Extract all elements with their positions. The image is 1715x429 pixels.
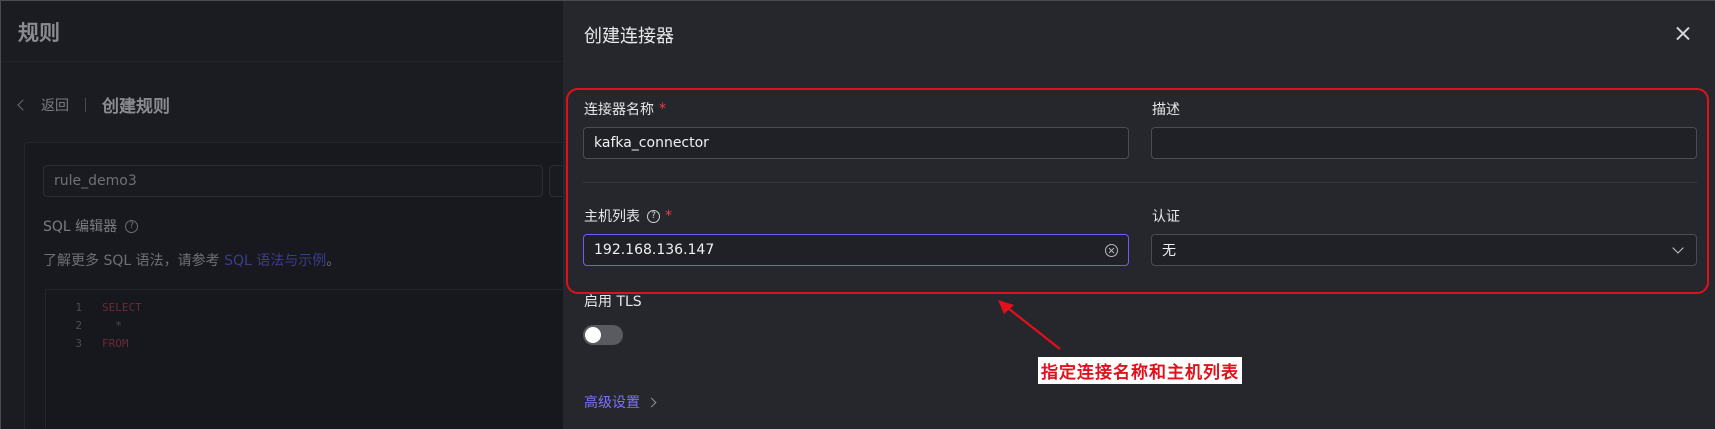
- breadcrumb-separator: [85, 97, 86, 112]
- connector-name-label-text: 连接器名称: [584, 102, 654, 118]
- editor-line: 3 FROM: [46, 334, 129, 352]
- line-number: 3: [75, 336, 82, 350]
- sql-hint-prefix: 了解更多 SQL 语法，请参考: [43, 253, 225, 269]
- advanced-settings-label: 高级设置: [584, 395, 640, 411]
- auth-selected-value: 无: [1162, 243, 1176, 259]
- code-text: *: [102, 318, 122, 332]
- code-text: SELECT: [102, 300, 142, 314]
- sql-editor[interactable]: 1 SELECT 2 * 3 FROM: [45, 289, 563, 429]
- sql-editor-label-row: SQL 编辑器 ?: [43, 216, 139, 236]
- description-input[interactable]: [1151, 127, 1697, 159]
- sql-hint-suffix: 。: [326, 253, 341, 269]
- drawer-title: 创建连接器: [584, 26, 674, 47]
- auth-label: 认证: [1152, 206, 1180, 226]
- line-number: 1: [75, 300, 82, 314]
- line-number: 2: [75, 318, 82, 332]
- description-label-text: 描述: [1152, 102, 1180, 118]
- help-icon[interactable]: ?: [125, 219, 139, 233]
- background-page: 规则 返回 创建规则 rule_demo3 SQL 编辑器 ? 了解更多 SQL…: [1, 1, 563, 429]
- sql-editor-label: SQL 编辑器: [43, 219, 118, 235]
- rule-description-input[interactable]: [549, 165, 563, 197]
- close-icon[interactable]: [1672, 23, 1694, 45]
- chevron-down-icon: [1672, 242, 1684, 254]
- connector-name-value: kafka_connector: [594, 135, 709, 151]
- editor-line: 2 *: [46, 316, 122, 334]
- auth-select[interactable]: 无: [1151, 234, 1697, 266]
- connector-name-input[interactable]: kafka_connector: [583, 127, 1129, 159]
- required-mark: *: [665, 208, 672, 224]
- description-label: 描述: [1152, 99, 1180, 119]
- connector-name-label: 连接器名称 *: [584, 99, 666, 119]
- advanced-settings-link[interactable]: 高级设置: [584, 392, 657, 412]
- chevron-left-icon[interactable]: [17, 98, 29, 111]
- auth-label-text: 认证: [1152, 209, 1180, 225]
- rule-name-input[interactable]: rule_demo3: [43, 165, 543, 197]
- host-list-input[interactable]: 192.168.136.147: [583, 234, 1129, 266]
- required-mark: *: [659, 101, 666, 117]
- code-text: FROM: [102, 336, 129, 350]
- page-title: 规则: [18, 21, 60, 45]
- clear-icon[interactable]: [1105, 244, 1118, 257]
- editor-line: 1 SELECT: [46, 298, 142, 316]
- breadcrumb: 返回 创建规则: [17, 92, 170, 117]
- tls-label-text: 启用 TLS: [584, 294, 642, 310]
- host-list-label-text: 主机列表: [584, 209, 640, 225]
- help-icon[interactable]: ?: [647, 209, 660, 223]
- tls-toggle[interactable]: [583, 325, 623, 345]
- sql-syntax-link[interactable]: SQL 语法与示例: [224, 253, 326, 269]
- form-divider: [583, 182, 1697, 183]
- chevron-right-icon: [646, 397, 657, 407]
- annotation-text: 指定连接名称和主机列表: [1038, 357, 1242, 384]
- toggle-knob: [585, 327, 601, 343]
- header-divider: [1, 61, 563, 62]
- host-list-label: 主机列表 ? *: [584, 206, 672, 226]
- tls-label: 启用 TLS: [584, 291, 642, 311]
- sql-hint: 了解更多 SQL 语法，请参考 SQL 语法与示例。: [43, 250, 340, 270]
- breadcrumb-current: 创建规则: [102, 97, 170, 117]
- host-list-value: 192.168.136.147: [594, 242, 715, 258]
- back-link[interactable]: 返回: [41, 95, 69, 115]
